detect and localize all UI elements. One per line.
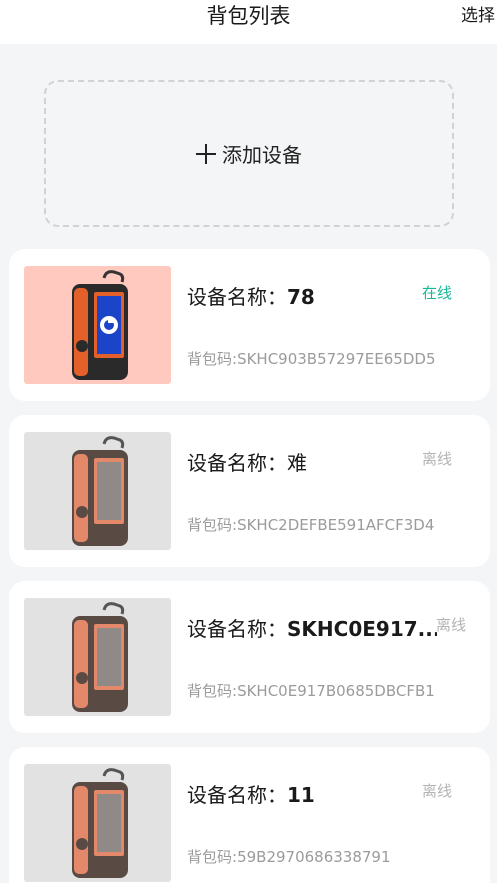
device-name: 设备名称：难 — [187, 449, 307, 477]
backpack-code-value: 59B2970686338791 — [237, 848, 391, 866]
device-card[interactable]: 设备名称：难 离线 背包码:SKHC2DEFBE591AFCF3D4 — [9, 415, 490, 567]
status-badge: 离线 — [435, 616, 466, 634]
backpack-code: 背包码:59B2970686338791 — [187, 847, 391, 867]
device-name-label: 设备名称： — [187, 285, 287, 309]
device-name-label: 设备名称： — [187, 451, 287, 475]
status-badge: 在线 — [421, 284, 452, 302]
device-name-label: 设备名称： — [187, 783, 287, 807]
add-device-content: 添加设备 — [196, 139, 302, 168]
backpack-thumbnail — [24, 432, 171, 550]
backpack-thumbnail — [24, 598, 171, 716]
device-name-value: SKHC0E917... — [287, 617, 437, 641]
backpack-code-value: SKHC903B57297EE65DD5 — [237, 350, 436, 368]
device-card[interactable]: 设备名称：78 在线 背包码:SKHC903B57297EE65DD5 — [9, 249, 490, 401]
device-card[interactable]: 设备名称：11 离线 背包码:59B2970686338791 — [9, 747, 490, 883]
top-bar: 背包列表 选择 — [0, 0, 497, 44]
device-name-value: 11 — [287, 783, 315, 807]
device-name: 设备名称：78 — [187, 283, 315, 311]
status-badge: 离线 — [421, 782, 452, 800]
backpack-code: 背包码:SKHC0E917B0685DBCFB1 — [187, 681, 435, 701]
backpack-code-label: 背包码: — [187, 682, 238, 700]
select-button[interactable]: 选择 — [461, 4, 497, 28]
device-card[interactable]: 设备名称：SKHC0E917... 离线 背包码:SKHC0E917B0685D… — [9, 581, 490, 733]
backpack-code-value: SKHC0E917B0685DBCFB1 — [237, 682, 435, 700]
add-device-label: 添加设备 — [222, 143, 302, 167]
device-name-value: 78 — [287, 285, 315, 309]
backpack-icon — [72, 436, 128, 546]
backpack-icon — [72, 270, 128, 380]
backpack-icon — [72, 768, 128, 878]
backpack-code-label: 背包码: — [187, 350, 238, 368]
device-name: 设备名称：SKHC0E917... — [187, 615, 437, 643]
backpack-code: 背包码:SKHC2DEFBE591AFCF3D4 — [187, 515, 434, 535]
device-name-label: 设备名称： — [187, 617, 287, 641]
status-badge: 离线 — [421, 450, 452, 468]
page-title: 背包列表 — [206, 4, 291, 28]
backpack-thumbnail — [24, 266, 171, 384]
device-name: 设备名称：11 — [187, 781, 315, 809]
plus-icon — [196, 143, 216, 164]
backpack-icon — [72, 602, 128, 712]
backpack-code: 背包码:SKHC903B57297EE65DD5 — [187, 349, 436, 369]
backpack-thumbnail — [24, 764, 171, 882]
backpack-code-value: SKHC2DEFBE591AFCF3D4 — [237, 516, 435, 534]
add-device-button[interactable]: 添加设备 — [44, 80, 454, 227]
backpack-code-label: 背包码: — [187, 848, 238, 866]
device-name-value: 难 — [287, 451, 307, 475]
backpack-code-label: 背包码: — [187, 516, 238, 534]
